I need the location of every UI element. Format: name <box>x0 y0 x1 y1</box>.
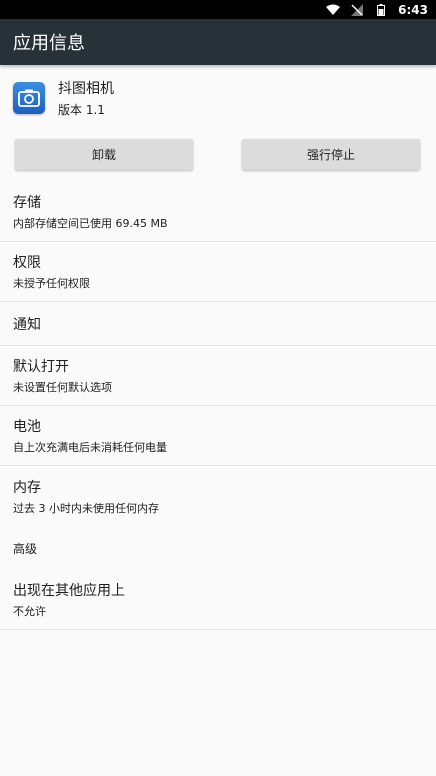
app-version: 版本 1.1 <box>58 103 105 117</box>
draw-over-apps-subtitle: 不允许 <box>13 605 46 618</box>
permissions-title: 权限 <box>13 255 41 271</box>
settings-list: 存储 内部存储空间已使用 69.45 MB 权限 未授予任何权限 通知 默认打开… <box>0 182 436 630</box>
memory-subtitle: 过去 3 小时内未使用任何内存 <box>13 501 159 515</box>
action-buttons: 卸载 强行停止 <box>0 139 436 170</box>
notifications-title: 通知 <box>13 316 41 333</box>
app-name: 抖图相机 <box>58 81 114 97</box>
draw-over-apps-title: 出现在其他应用上 <box>13 583 125 599</box>
wifi-icon <box>326 4 341 16</box>
battery-subtitle: 自上次充满电后未消耗任何电量 <box>13 441 167 454</box>
notifications-row[interactable]: 通知 <box>0 302 436 346</box>
battery-row[interactable]: 电池 自上次充满电后未消耗任何电量 <box>0 406 436 466</box>
storage-title: 存储 <box>13 195 41 211</box>
status-bar: 6:43 <box>0 0 436 19</box>
permissions-row[interactable]: 权限 未授予任何权限 <box>0 242 436 302</box>
camera-app-icon <box>13 82 45 114</box>
app-header: 抖图相机 版本 1.1 <box>0 66 436 130</box>
storage-row[interactable]: 存储 内部存储空间已使用 69.45 MB <box>0 182 436 242</box>
battery-icon <box>374 3 388 16</box>
open-by-default-row[interactable]: 默认打开 未设置任何默认选项 <box>0 346 436 406</box>
advanced-section-label: 高级 <box>13 541 38 556</box>
page-title: 应用信息 <box>13 33 85 54</box>
memory-title: 内存 <box>13 479 41 496</box>
no-signal-icon <box>350 3 364 16</box>
open-by-default-subtitle: 未设置任何默认选项 <box>13 381 112 394</box>
open-by-default-title: 默认打开 <box>13 359 69 375</box>
status-time: 6:43 <box>398 2 428 17</box>
force-stop-button[interactable]: 强行停止 <box>242 139 420 170</box>
uninstall-button[interactable]: 卸载 <box>15 139 193 170</box>
battery-title: 电池 <box>13 419 41 435</box>
permissions-subtitle: 未授予任何权限 <box>13 277 90 290</box>
storage-subtitle: 内部存储空间已使用 69.45 MB <box>13 217 168 230</box>
app-bar: 应用信息 <box>0 19 436 65</box>
draw-over-apps-row[interactable]: 出现在其他应用上 不允许 <box>0 570 436 630</box>
memory-row[interactable]: 内存 过去 3 小时内未使用任何内存 <box>0 466 436 526</box>
